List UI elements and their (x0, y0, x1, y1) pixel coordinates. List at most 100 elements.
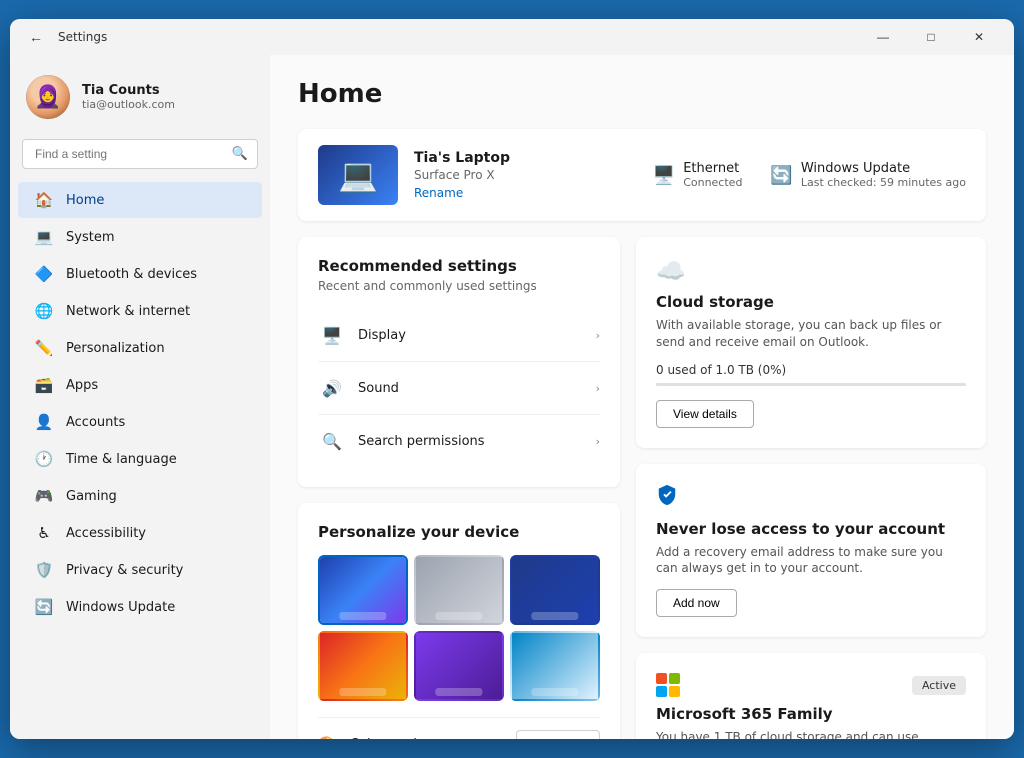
shield-icon (656, 484, 966, 512)
nav-icon-time: 🕐 (34, 449, 54, 469)
sidebar-item-network[interactable]: 🌐 Network & internet (18, 293, 262, 329)
sidebar-item-accounts[interactable]: 👤 Accounts (18, 404, 262, 440)
avatar: 🧕 (26, 75, 70, 119)
setting-label-sound: Sound (358, 381, 596, 396)
sidebar-item-home[interactable]: 🏠 Home (18, 182, 262, 218)
wallpaper-inner-w3 (512, 557, 598, 623)
storage-bar (656, 383, 966, 386)
setting-row-search[interactable]: 🔍 Search permissions › (318, 415, 600, 467)
personalize-card: Personalize your device 🎨 Color mode Lig… (298, 503, 620, 739)
taskbar-preview-w1 (339, 612, 386, 620)
wallpaper-thumb-w2[interactable] (414, 555, 504, 625)
sidebar-item-bluetooth[interactable]: 🔷 Bluetooth & devices (18, 256, 262, 292)
nav-list: 🏠 Home 💻 System 🔷 Bluetooth & devices 🌐 … (10, 181, 270, 626)
m365-blue-square (656, 686, 667, 697)
ethernet-text: Ethernet Connected (683, 161, 742, 189)
minimize-button[interactable]: — (860, 22, 906, 52)
wallpaper-inner-w1 (320, 557, 406, 623)
device-rename-link[interactable]: Rename (414, 186, 653, 200)
window-title: Settings (58, 30, 860, 44)
m365-green-square (669, 673, 680, 684)
sidebar-item-privacy[interactable]: 🛡️ Privacy & security (18, 552, 262, 588)
wallpaper-thumb-w5[interactable] (414, 631, 504, 701)
wallpaper-thumb-w1[interactable] (318, 555, 408, 625)
sidebar-item-accessibility[interactable]: ♿ Accessibility (18, 515, 262, 551)
back-button[interactable]: ← (22, 23, 50, 51)
sidebar-item-update[interactable]: 🔄 Windows Update (18, 589, 262, 625)
update-sub: Last checked: 59 minutes ago (801, 176, 966, 189)
sidebar-item-personalization[interactable]: ✏️ Personalization (18, 330, 262, 366)
settings-list: 🖥️ Display › 🔊 Sound › 🔍 Search permissi… (318, 309, 600, 467)
wallpaper-thumb-w6[interactable] (510, 631, 600, 701)
wallpaper-inner-w5 (416, 633, 502, 699)
cloud-storage-card: ☁️ Cloud storage With available storage,… (636, 237, 986, 448)
cloud-icon: ☁️ (656, 257, 966, 285)
ethernet-icon: 🖥️ (653, 165, 675, 186)
taskbar-preview-w3 (531, 612, 578, 620)
search-box: 🔍 (22, 139, 258, 169)
nav-label-time: Time & language (66, 452, 177, 467)
color-mode-icon: 🎨 (318, 735, 338, 740)
view-details-button[interactable]: View details (656, 400, 754, 428)
setting-chevron-sound-icon: › (596, 382, 600, 395)
personalize-title: Personalize your device (318, 523, 600, 541)
account-security-card: Never lose access to your account Add a … (636, 464, 986, 638)
sidebar-item-apps[interactable]: 🗃️ Apps (18, 367, 262, 403)
window-controls: — □ ✕ (860, 22, 1002, 52)
taskbar-preview-w6 (531, 688, 578, 696)
taskbar-preview-w4 (339, 688, 386, 696)
update-label: Windows Update (801, 161, 966, 176)
device-status: 🖥️ Ethernet Connected 🔄 Windows Update L… (653, 161, 966, 189)
m365-desc: You have 1 TB of cloud storage and can u… (656, 729, 966, 739)
app-body: 🧕 Tia Counts tia@outlook.com 🔍 🏠 Home 💻 … (10, 55, 1014, 739)
nav-label-home: Home (66, 193, 104, 208)
user-info: Tia Counts tia@outlook.com (82, 83, 175, 111)
recommended-subtitle: Recent and commonly used settings (318, 279, 600, 293)
storage-used: 0 used of 1.0 TB (0%) (656, 363, 966, 377)
maximize-button[interactable]: □ (908, 22, 954, 52)
device-card: 💻 Tia's Laptop Surface Pro X Rename 🖥️ E… (298, 129, 986, 221)
wallpaper-thumb-w3[interactable] (510, 555, 600, 625)
setting-row-sound[interactable]: 🔊 Sound › (318, 362, 600, 415)
setting-label-search: Search permissions (358, 434, 596, 449)
setting-chevron-search-icon: › (596, 435, 600, 448)
device-name: Tia's Laptop (414, 150, 653, 166)
m365-logo (656, 673, 680, 697)
setting-label-display: Display (358, 328, 596, 343)
wallpaper-inner-w6 (512, 633, 598, 699)
device-thumbnail: 💻 (318, 145, 398, 205)
nav-label-system: System (66, 230, 114, 245)
sidebar-item-gaming[interactable]: 🎮 Gaming (18, 478, 262, 514)
taskbar-preview-w5 (435, 688, 482, 696)
user-email: tia@outlook.com (82, 98, 175, 111)
app-window: ← Settings — □ ✕ 🧕 Tia Counts tia@outloo… (10, 19, 1014, 739)
wallpaper-thumb-w4[interactable] (318, 631, 408, 701)
sidebar-item-time[interactable]: 🕐 Time & language (18, 441, 262, 477)
close-button[interactable]: ✕ (956, 22, 1002, 52)
update-text: Windows Update Last checked: 59 minutes … (801, 161, 966, 189)
account-security-desc: Add a recovery email address to make sur… (656, 544, 966, 578)
user-name: Tia Counts (82, 83, 175, 98)
wallpaper-inner-w2 (416, 557, 502, 623)
nav-icon-apps: 🗃️ (34, 375, 54, 395)
nav-label-apps: Apps (66, 378, 98, 393)
search-input[interactable] (22, 139, 258, 169)
user-profile[interactable]: 🧕 Tia Counts tia@outlook.com (10, 63, 270, 131)
device-model: Surface Pro X (414, 168, 653, 182)
nav-icon-accounts: 👤 (34, 412, 54, 432)
nav-icon-update: 🔄 (34, 597, 54, 617)
nav-icon-gaming: 🎮 (34, 486, 54, 506)
search-icon: 🔍 (232, 147, 248, 162)
m365-header: Active (656, 673, 966, 697)
cloud-storage-desc: With available storage, you can back up … (656, 317, 966, 351)
sidebar-item-system[interactable]: 💻 System (18, 219, 262, 255)
avatar-image: 🧕 (26, 75, 70, 119)
color-mode-select[interactable]: Light Dark Custom (516, 730, 600, 739)
color-mode-label: Color mode (350, 737, 516, 740)
add-now-button[interactable]: Add now (656, 589, 737, 617)
cloud-storage-title: Cloud storage (656, 293, 966, 311)
setting-row-display[interactable]: 🖥️ Display › (318, 309, 600, 362)
nav-icon-system: 💻 (34, 227, 54, 247)
ethernet-sub: Connected (683, 176, 742, 189)
m365-yellow-square (669, 686, 680, 697)
